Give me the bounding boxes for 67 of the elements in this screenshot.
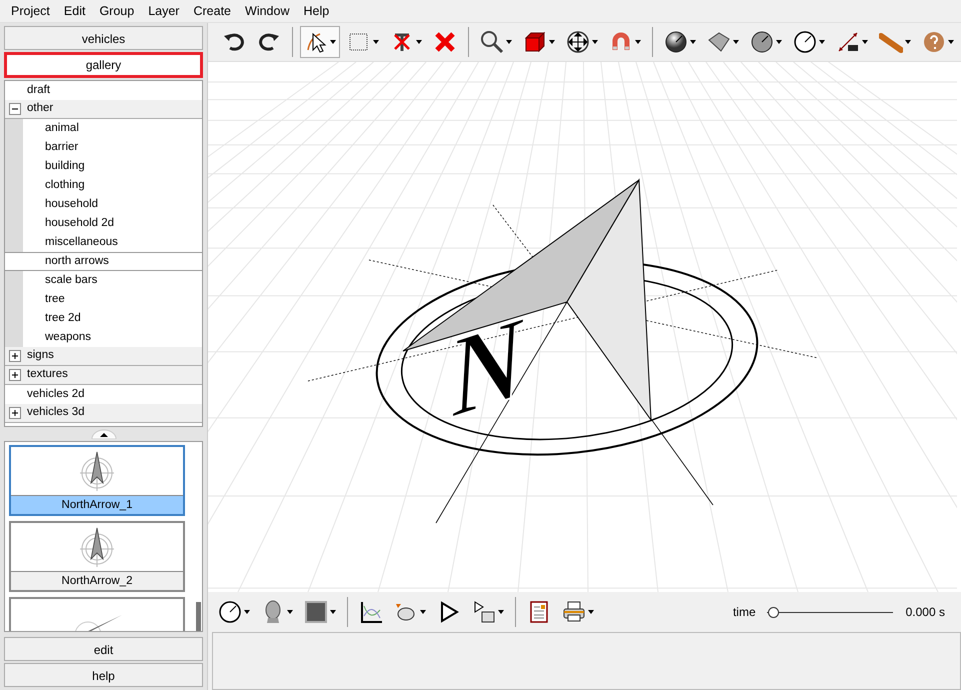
printer-icon (562, 600, 586, 624)
caret-icon[interactable] (244, 610, 250, 614)
delete-icon (433, 30, 457, 54)
menu-item[interactable]: Create (186, 2, 238, 20)
panel-tab[interactable]: edit (4, 637, 203, 662)
minus-icon[interactable] (9, 103, 21, 115)
ruler-icon (836, 30, 860, 54)
tube-icon (879, 30, 903, 54)
menu-item[interactable]: Help (296, 2, 336, 20)
panel-tab[interactable]: vehicles (4, 26, 203, 50)
plus-icon[interactable] (9, 350, 21, 362)
disc-icon (750, 30, 774, 54)
tree-item[interactable]: textures (27, 366, 68, 384)
caret-icon[interactable] (373, 40, 379, 44)
caret-icon[interactable] (330, 40, 336, 44)
caret-icon[interactable] (498, 610, 504, 614)
caret-icon[interactable] (690, 40, 696, 44)
menu-item[interactable]: Group (92, 2, 142, 20)
caret-icon[interactable] (862, 40, 868, 44)
square-icon (304, 600, 328, 624)
time-reading: 0.000 s (906, 604, 945, 621)
tree-item[interactable]: north arrows (5, 252, 202, 271)
menu-item[interactable]: Project (4, 2, 57, 20)
time-label: time (732, 604, 756, 621)
tree-item[interactable]: draft (27, 82, 50, 100)
tree-item[interactable]: signs (27, 347, 54, 365)
play-list-icon (472, 600, 496, 624)
plus-icon[interactable] (9, 407, 21, 419)
panel-tab[interactable]: help (4, 663, 203, 688)
menu-item[interactable]: Window (238, 2, 296, 20)
tool-button[interactable] (300, 26, 340, 58)
graph-icon (359, 600, 383, 624)
tree-item[interactable]: vehicles 2d (27, 386, 85, 404)
caret-icon[interactable] (330, 610, 336, 614)
cube-icon (523, 30, 547, 54)
thumbnail-caption: NorthArrow_1 (11, 495, 183, 514)
circle-icon (218, 600, 242, 624)
caret-icon[interactable] (905, 40, 911, 44)
caret-icon[interactable] (819, 40, 825, 44)
panel-tab[interactable]: gallery (4, 52, 203, 78)
thumbnail-card[interactable]: NorthArrow_1 (9, 445, 185, 516)
caret-icon[interactable] (287, 610, 293, 614)
caret-icon[interactable] (592, 40, 598, 44)
caret-icon[interactable] (635, 40, 641, 44)
surface-icon (707, 30, 731, 54)
collapse-icon[interactable] (90, 429, 116, 440)
search-icon (480, 30, 504, 54)
caret-icon[interactable] (588, 610, 594, 614)
thumbnail-caption: NorthArrow_2 (11, 571, 183, 590)
sphere-icon (664, 30, 688, 54)
thumbnail-card[interactable]: NorthArrow_2 (9, 521, 185, 592)
menu-item[interactable]: Layer (141, 2, 186, 20)
caret-icon[interactable] (733, 40, 739, 44)
caret-icon[interactable] (416, 40, 422, 44)
slider-thumb[interactable] (768, 606, 779, 618)
caret-icon[interactable] (506, 40, 512, 44)
caret-icon[interactable] (420, 610, 426, 614)
tree-item[interactable]: other (27, 100, 54, 118)
caret-icon[interactable] (948, 40, 954, 44)
caret-icon[interactable] (776, 40, 782, 44)
caret-icon[interactable] (549, 40, 555, 44)
menu-item[interactable]: Edit (56, 2, 92, 20)
help-icon (922, 30, 946, 54)
scrollbar-thumb[interactable] (196, 602, 201, 632)
plus-icon[interactable] (9, 369, 21, 381)
move-icon (566, 30, 590, 54)
circle-icon (793, 30, 817, 54)
